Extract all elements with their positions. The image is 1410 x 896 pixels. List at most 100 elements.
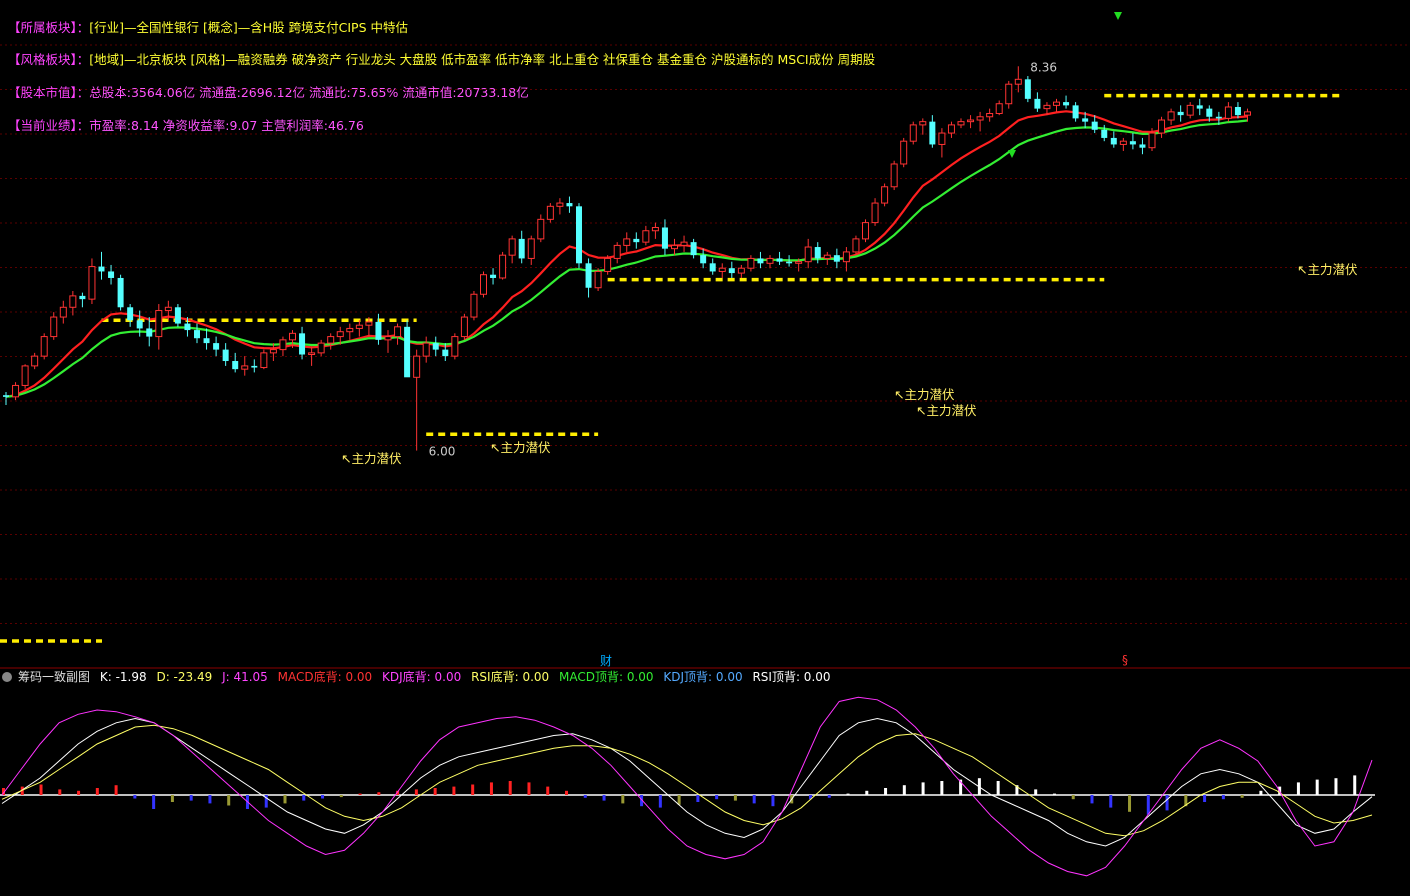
candle[interactable]: [508, 235, 516, 264]
candle[interactable]: [174, 304, 181, 327]
candle[interactable]: [594, 268, 602, 291]
candle[interactable]: [690, 238, 697, 259]
candle[interactable]: [1167, 108, 1175, 125]
candle[interactable]: [31, 352, 39, 370]
candle[interactable]: [700, 248, 707, 269]
candle[interactable]: [12, 382, 20, 401]
candle[interactable]: [871, 198, 879, 226]
candle[interactable]: [651, 222, 659, 239]
candle[interactable]: [241, 356, 249, 376]
candle[interactable]: [317, 339, 325, 357]
candle[interactable]: [1196, 98, 1203, 116]
candle[interactable]: [680, 235, 688, 252]
candle[interactable]: [299, 326, 306, 360]
candle[interactable]: [776, 251, 783, 265]
candle[interactable]: [881, 183, 889, 207]
candle[interactable]: [346, 323, 354, 340]
candle[interactable]: [576, 203, 582, 269]
candle[interactable]: [308, 346, 316, 366]
candle[interactable]: [1224, 102, 1232, 122]
candle[interactable]: [986, 108, 994, 122]
candle[interactable]: [269, 343, 277, 362]
candle[interactable]: [585, 258, 592, 298]
candle[interactable]: [98, 251, 105, 280]
candle[interactable]: [1072, 102, 1079, 122]
candle[interactable]: [709, 258, 716, 275]
candle[interactable]: [546, 203, 554, 223]
candle[interactable]: [203, 328, 210, 350]
candles[interactable]: [3, 66, 1251, 451]
candle[interactable]: [613, 242, 621, 264]
candle[interactable]: [222, 343, 229, 366]
candle[interactable]: [1139, 137, 1146, 155]
candle[interactable]: [155, 304, 163, 350]
candle[interactable]: [900, 137, 908, 168]
candle[interactable]: [279, 336, 287, 357]
candle[interactable]: [1034, 92, 1041, 112]
finance-marker[interactable]: 财: [600, 652, 612, 669]
candle[interactable]: [537, 214, 545, 243]
candle[interactable]: [976, 111, 984, 132]
candle[interactable]: [79, 292, 86, 308]
candle[interactable]: [633, 232, 640, 249]
candle[interactable]: [21, 364, 29, 389]
candle[interactable]: [842, 247, 850, 272]
candle[interactable]: [947, 121, 955, 138]
candle[interactable]: [213, 336, 220, 357]
candle[interactable]: [938, 128, 946, 158]
candle[interactable]: [460, 313, 468, 340]
candle[interactable]: [766, 255, 774, 269]
candle[interactable]: [1063, 95, 1070, 109]
candle[interactable]: [862, 219, 869, 243]
candle[interactable]: [108, 264, 115, 285]
candle[interactable]: [260, 349, 268, 370]
candle[interactable]: [747, 255, 755, 272]
candle[interactable]: [127, 304, 134, 327]
candle[interactable]: [556, 198, 564, 215]
candle[interactable]: [728, 261, 735, 278]
candle[interactable]: [718, 263, 726, 278]
candle[interactable]: [375, 313, 382, 345]
candle[interactable]: [967, 115, 975, 129]
candle[interactable]: [623, 232, 631, 252]
candle[interactable]: [929, 115, 936, 148]
candle[interactable]: [518, 230, 525, 264]
candle[interactable]: [232, 352, 239, 373]
candle[interactable]: [50, 312, 58, 340]
candle[interactable]: [1053, 98, 1060, 112]
candle[interactable]: [1024, 76, 1031, 103]
collapse-icon[interactable]: [2, 672, 12, 682]
candle[interactable]: [823, 251, 831, 265]
candle[interactable]: [527, 235, 535, 265]
kline-chart[interactable]: 8.366.00↖主力潜伏↖主力潜伏↖主力潜伏↖主力潜伏↖主力潜伏: [0, 0, 1410, 896]
candle[interactable]: [327, 333, 335, 350]
candle[interactable]: [1005, 80, 1013, 109]
candle[interactable]: [251, 359, 258, 373]
candle[interactable]: [394, 323, 402, 345]
candle[interactable]: [909, 121, 917, 145]
candle[interactable]: [1177, 105, 1184, 122]
candle[interactable]: [1119, 137, 1127, 151]
indicator-title[interactable]: 筹码一致副图: [18, 670, 90, 684]
candle[interactable]: [1014, 66, 1022, 93]
candle[interactable]: [804, 238, 812, 269]
candle[interactable]: [499, 251, 507, 280]
candle[interactable]: [957, 118, 965, 129]
candle[interactable]: [995, 100, 1003, 116]
candle[interactable]: [59, 300, 67, 324]
candle[interactable]: [480, 271, 487, 298]
candle[interactable]: [852, 235, 860, 256]
candle[interactable]: [422, 336, 430, 363]
candle[interactable]: [919, 118, 927, 135]
candle[interactable]: [1186, 102, 1194, 119]
candle[interactable]: [833, 248, 840, 269]
candle[interactable]: [88, 258, 96, 305]
candle[interactable]: [355, 320, 363, 337]
candle[interactable]: [194, 323, 200, 344]
candle[interactable]: [490, 268, 497, 285]
candle[interactable]: [117, 274, 124, 311]
section-marker[interactable]: §: [1122, 653, 1128, 667]
candle[interactable]: [470, 290, 478, 321]
candle[interactable]: [451, 333, 459, 360]
candle[interactable]: [642, 225, 650, 246]
